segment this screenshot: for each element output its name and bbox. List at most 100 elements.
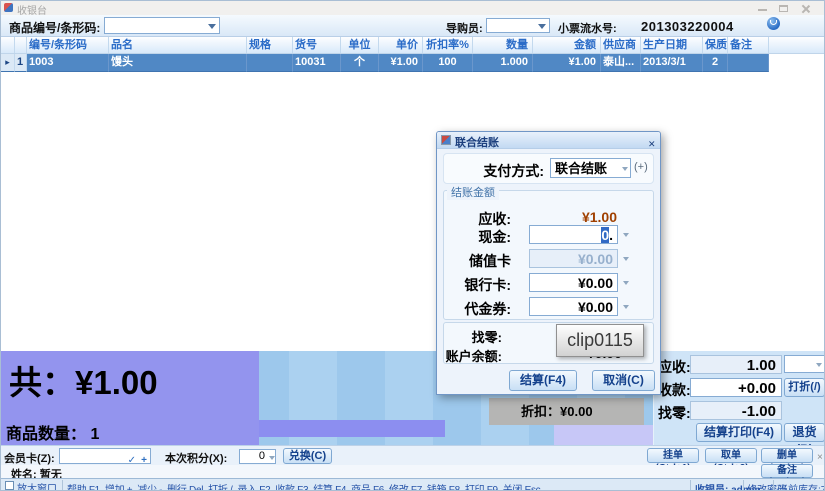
checkout-panel: 应收: 1.00 收款: +0.00 打折(/) 找零: -1.00 结算打印(… [653, 351, 825, 445]
summary-band: 共：¥1.00 商品数量： 1 折扣：¥0.00 应收: 1.00 收款: +0… [1, 351, 825, 445]
col-header-prod-date[interactable]: 生产日期 [641, 37, 703, 53]
zoom-window-checkbox[interactable] [5, 481, 14, 490]
receivable-field: 1.00 [690, 355, 782, 374]
col-header-supplier[interactable]: 供应商 [601, 37, 641, 53]
bank-card-input[interactable]: ¥0.00 [529, 273, 618, 292]
cash-selected-text: 0 [601, 227, 609, 243]
settle-print-button[interactable]: 结算打印(F4) [696, 423, 782, 442]
receipt-label: 小票流水号: [558, 20, 617, 36]
dlg-receivable-label: 应收: [447, 209, 511, 229]
row-filler [769, 54, 825, 72]
col-header-name[interactable]: 品名 [109, 37, 247, 53]
stored-card-label: 储值卡 [447, 251, 511, 271]
stored-card-field: ¥0.00 [529, 249, 618, 268]
col-header-amount[interactable]: 金额 [533, 37, 601, 53]
row-marker-icon: ▸ [1, 54, 15, 72]
guide-select[interactable] [486, 18, 550, 33]
minimize-icon[interactable] [758, 9, 767, 11]
voucher-input[interactable]: ¥0.00 [529, 297, 618, 316]
points-label: 本次积分(X): [165, 450, 227, 466]
total-value: ¥1.00 [75, 364, 158, 401]
cell-code: 1003 [27, 54, 109, 72]
receipt-number: 201303220004 [641, 19, 734, 34]
member-card-label: 会员卡(Z): [4, 450, 55, 466]
add-payment-button[interactable]: (+) [634, 161, 648, 173]
col-header-note[interactable]: 备注 [728, 37, 769, 53]
redeem-button[interactable]: 兑换(C) [283, 448, 332, 464]
retrieve-order-button[interactable]: 取单(Ctrl+2) [705, 448, 757, 463]
payment-method-panel: 支付方式: 联合结账 (+) [443, 153, 654, 184]
qty-label: 商品数量： [6, 426, 86, 443]
cell-name: 馒头 [109, 54, 247, 72]
tooltip-text: clip0115 [567, 330, 633, 350]
total-block: 共：¥1.00 商品数量： 1 [1, 351, 259, 445]
statusbar-divider4 [773, 480, 774, 490]
delete-order-button[interactable]: 删单(Ctrl+3) [761, 448, 813, 463]
lilac-block [554, 425, 653, 445]
cell-note [728, 54, 769, 72]
guide-label: 导购员: [446, 20, 483, 36]
total-label: 共： [9, 364, 75, 401]
purple-strip [259, 420, 445, 437]
table-row[interactable]: ▸ 1 1003 馒头 10031 个 ¥1.00 100 1.000 ¥1.0… [1, 54, 825, 72]
total-line: 共：¥1.00 [9, 356, 158, 404]
cell-supplier: 泰山... [601, 54, 641, 72]
received-input[interactable]: +0.00 [690, 378, 782, 397]
payment-method-select[interactable]: 联合结账 [550, 158, 631, 178]
table-header: 编号/条形码 品名 规格 货号 单位 单价 折扣率% 数量 金额 供应商 生产日… [1, 37, 825, 54]
col-header-code[interactable]: 编号/条形码 [27, 37, 109, 53]
discount-value: ¥0.00 [560, 404, 593, 419]
bank-card-label: 银行卡: [447, 275, 511, 295]
pos-window: 收银台 商品编号/条形码: 导购员: 小票流水号: 201303220004 编… [0, 0, 825, 491]
col-header-spec[interactable]: 规格 [247, 37, 293, 53]
panel-close-icon[interactable] [817, 447, 823, 465]
cash-label: 现金: [447, 227, 511, 247]
col-header-qty[interactable]: 数量 [473, 37, 533, 53]
change-label: 找零: [658, 403, 691, 423]
name-row [1, 465, 825, 478]
payment-method-label: 支付方式: [453, 161, 544, 181]
voucher-label: 代金券: [447, 299, 511, 319]
product-code-input[interactable] [104, 17, 220, 34]
dlg-receivable-value: ¥1.00 [557, 209, 617, 225]
cell-prod-date: 2013/3/1 [641, 54, 703, 72]
dialog-icon [441, 135, 451, 145]
dialog-close-icon[interactable] [648, 134, 656, 152]
dialog-titlebar[interactable]: 联合结账 [437, 132, 660, 149]
cell-qty: 1.000 [473, 54, 533, 72]
settle-amount-group-label: 结账金额 [447, 184, 499, 200]
header-filler [769, 37, 825, 53]
col-header-itemno[interactable]: 货号 [293, 37, 341, 53]
close-icon[interactable] [801, 4, 810, 13]
cash-suffix: . [609, 227, 613, 243]
cell-amount: ¥1.00 [533, 54, 601, 72]
cash-input[interactable]: 0. [529, 225, 618, 244]
dialog-cancel-button[interactable]: 取消(C) [592, 370, 655, 391]
note-button[interactable]: 备注(Ctrl+B) [761, 464, 813, 478]
balance-label: 账户余额: [440, 346, 502, 365]
refresh-icon[interactable] [767, 17, 780, 30]
hold-order-button[interactable]: 挂单(Ctrl+1) [647, 448, 699, 463]
shortcut-help-text: 帮助 F1, 增加 +, 减少 -, 删行 Del, 打折 /, 录入 F2, … [67, 481, 627, 491]
topbar: 商品编号/条形码: 导购员: 小票流水号: 201303220004 [1, 15, 825, 37]
cell-price: ¥1.00 [379, 54, 423, 72]
col-header-unit[interactable]: 单位 [341, 37, 379, 53]
maximize-icon[interactable] [779, 5, 788, 12]
col-header-discount-rate[interactable]: 折扣率% [423, 37, 473, 53]
col-header-price[interactable]: 单价 [379, 37, 423, 53]
dialog-settle-button[interactable]: 结算(F4) [509, 370, 577, 391]
discount-button[interactable]: 打折(/) [784, 378, 825, 397]
dlg-change-label: 找零: [448, 327, 502, 346]
return-button[interactable]: 退货(R) [784, 423, 825, 442]
statusbar-divider3 [743, 480, 744, 490]
col-header-shelf-life[interactable]: 保质期 [703, 37, 728, 53]
cell-itemno: 10031 [293, 54, 341, 72]
cell-unit: 个 [341, 54, 379, 72]
zoom-window-label: 放大窗口 [17, 480, 57, 491]
member-card-input[interactable] [59, 448, 151, 464]
row-number: 1 [15, 54, 27, 72]
qty-value: 1 [90, 426, 99, 443]
receivable-label: 应收: [658, 357, 691, 377]
cell-discount-rate: 100 [423, 54, 473, 72]
receivable-combo[interactable] [784, 355, 825, 373]
